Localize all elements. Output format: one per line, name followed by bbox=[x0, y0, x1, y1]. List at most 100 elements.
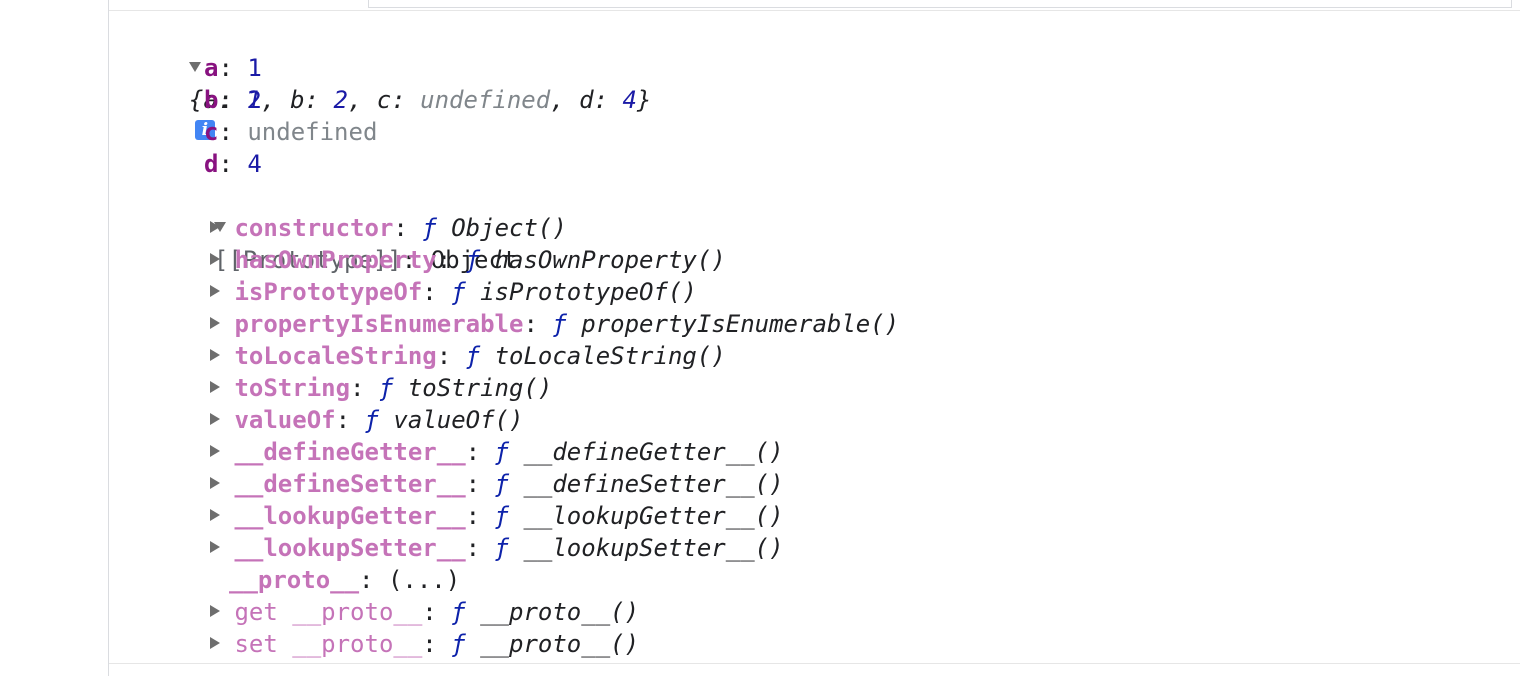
object-summary-row[interactable]: {a: 1, b: 2, c: undefined, d: 4} i bbox=[160, 20, 651, 140]
proto-member-row-defineSetter[interactable]: __defineSetter__: ƒ __defineSetter__() bbox=[210, 468, 784, 500]
property-key: b bbox=[204, 86, 219, 114]
summary-value-b: 2 bbox=[333, 86, 348, 114]
proto-member-row-toString[interactable]: toString: ƒ toString() bbox=[210, 372, 552, 404]
proto-member-row-propertyIsEnumerable[interactable]: propertyIsEnumerable: ƒ propertyIsEnumer… bbox=[210, 308, 899, 340]
summary-key-c: c bbox=[376, 86, 392, 114]
expand-triangle-right-icon[interactable] bbox=[210, 221, 220, 233]
member-colon: : bbox=[359, 566, 388, 594]
prototype-row[interactable]: [[Prototype]]: Object bbox=[185, 180, 517, 274]
function-keyword: ƒ bbox=[422, 214, 437, 242]
member-function: __lookupGetter__() bbox=[523, 502, 784, 530]
proto-member-row-valueOf[interactable]: valueOf: ƒ valueOf() bbox=[210, 404, 523, 436]
property-key: d bbox=[204, 150, 219, 178]
proto-member-row-isPrototypeOf[interactable]: isPrototypeOf: ƒ isPrototypeOf() bbox=[210, 276, 697, 308]
member-key: valueOf bbox=[234, 406, 336, 434]
property-row-b: b: 2 bbox=[204, 84, 262, 116]
member-key: toString bbox=[234, 374, 351, 402]
function-keyword: ƒ bbox=[465, 342, 481, 370]
summary-value-d: 4 bbox=[622, 86, 637, 114]
member-colon: : bbox=[350, 374, 379, 402]
invoke-getter-link[interactable]: (...) bbox=[388, 566, 460, 594]
member-colon: : bbox=[335, 406, 365, 434]
expand-triangle-right-icon[interactable] bbox=[210, 637, 220, 649]
member-function: toLocaleString() bbox=[494, 342, 726, 370]
property-value: 4 bbox=[247, 150, 262, 178]
member-colon: : bbox=[422, 598, 452, 626]
expand-triangle-right-icon[interactable] bbox=[210, 413, 220, 425]
member-function: valueOf() bbox=[393, 406, 524, 434]
function-keyword: ƒ bbox=[465, 246, 481, 274]
function-keyword: ƒ bbox=[494, 502, 509, 530]
member-key: constructor bbox=[234, 214, 394, 242]
function-keyword: ƒ bbox=[451, 278, 466, 306]
accessor-key: set __proto__ bbox=[234, 630, 423, 658]
member-function: __defineSetter__() bbox=[523, 470, 784, 498]
console-input-box[interactable] bbox=[368, 0, 1512, 8]
accessor-key: get __proto__ bbox=[234, 598, 423, 626]
member-function: propertyIsEnumerable() bbox=[581, 310, 900, 338]
member-key: toLocaleString bbox=[234, 342, 437, 370]
member-colon: : bbox=[465, 502, 495, 530]
function-keyword: ƒ bbox=[451, 630, 466, 658]
summary-colon: : bbox=[391, 86, 421, 114]
accessor-row-get-proto[interactable]: get __proto__: ƒ __proto__() bbox=[210, 596, 639, 628]
proto-member-row-defineGetter[interactable]: __defineGetter__: ƒ __defineGetter__() bbox=[210, 436, 784, 468]
proto-getter-row[interactable]: __proto__: (...) bbox=[229, 564, 460, 596]
summary-close-brace: } bbox=[636, 86, 652, 114]
proto-member-row-hasOwnProperty[interactable]: hasOwnProperty: ƒ hasOwnProperty() bbox=[210, 244, 726, 276]
member-function: hasOwnProperty() bbox=[494, 246, 726, 274]
property-colon: : bbox=[218, 86, 248, 114]
member-colon: : bbox=[465, 534, 495, 562]
summary-separator: , bbox=[550, 86, 580, 114]
member-colon: : bbox=[393, 214, 423, 242]
member-colon: : bbox=[465, 470, 495, 498]
function-keyword: ƒ bbox=[552, 310, 567, 338]
member-function: __lookupSetter__() bbox=[523, 534, 784, 562]
summary-colon: : bbox=[593, 86, 623, 114]
summary-open-brace: { bbox=[188, 86, 204, 114]
proto-member-row-constructor[interactable]: constructor: ƒ Object() bbox=[210, 212, 567, 244]
top-divider bbox=[109, 10, 1520, 11]
function-keyword: ƒ bbox=[494, 534, 509, 562]
member-function: __defineGetter__() bbox=[523, 438, 784, 466]
summary-key-b: b bbox=[290, 86, 305, 114]
member-colon: : bbox=[523, 310, 553, 338]
expand-triangle-right-icon[interactable] bbox=[210, 445, 220, 457]
member-key: __lookupGetter__ bbox=[234, 502, 466, 530]
function-keyword: ƒ bbox=[378, 374, 394, 402]
member-key: __defineGetter__ bbox=[234, 438, 466, 466]
property-value: 2 bbox=[247, 86, 262, 114]
proto-member-row-toLocaleString[interactable]: toLocaleString: ƒ toLocaleString() bbox=[210, 340, 726, 372]
property-colon: : bbox=[218, 118, 248, 146]
function-keyword: ƒ bbox=[494, 438, 509, 466]
expand-triangle-right-icon[interactable] bbox=[210, 317, 220, 329]
expand-triangle-right-icon[interactable] bbox=[210, 605, 220, 617]
proto-member-row-lookupSetter[interactable]: __lookupSetter__: ƒ __lookupSetter__() bbox=[210, 532, 784, 564]
summary-key-d: d bbox=[579, 86, 594, 114]
member-function: Object() bbox=[451, 214, 567, 242]
expand-triangle-right-icon[interactable] bbox=[210, 285, 220, 297]
member-key: __lookupSetter__ bbox=[234, 534, 466, 562]
property-key: a bbox=[204, 54, 219, 82]
member-colon: : bbox=[436, 246, 466, 274]
expand-triangle-right-icon[interactable] bbox=[210, 541, 220, 553]
expand-triangle-right-icon[interactable] bbox=[210, 477, 220, 489]
expand-triangle-right-icon[interactable] bbox=[210, 253, 220, 265]
member-function: isPrototypeOf() bbox=[480, 278, 697, 306]
property-row-c: c: undefined bbox=[204, 116, 377, 148]
accessor-function: __proto__() bbox=[480, 630, 640, 658]
member-key: isPrototypeOf bbox=[234, 278, 423, 306]
property-colon: : bbox=[218, 54, 248, 82]
expand-triangle-down-icon[interactable] bbox=[188, 62, 201, 72]
property-colon: : bbox=[218, 150, 248, 178]
member-key: __defineSetter__ bbox=[234, 470, 466, 498]
expand-triangle-right-icon[interactable] bbox=[210, 349, 220, 361]
expand-triangle-right-icon[interactable] bbox=[210, 381, 220, 393]
accessor-row-set-proto[interactable]: set __proto__: ƒ __proto__() bbox=[210, 628, 639, 660]
expand-triangle-right-icon[interactable] bbox=[210, 509, 220, 521]
function-keyword: ƒ bbox=[494, 470, 509, 498]
function-keyword: ƒ bbox=[364, 406, 379, 434]
member-key: __proto__ bbox=[229, 566, 360, 594]
proto-member-row-lookupGetter[interactable]: __lookupGetter__: ƒ __lookupGetter__() bbox=[210, 500, 784, 532]
property-row-a: a: 1 bbox=[204, 52, 262, 84]
